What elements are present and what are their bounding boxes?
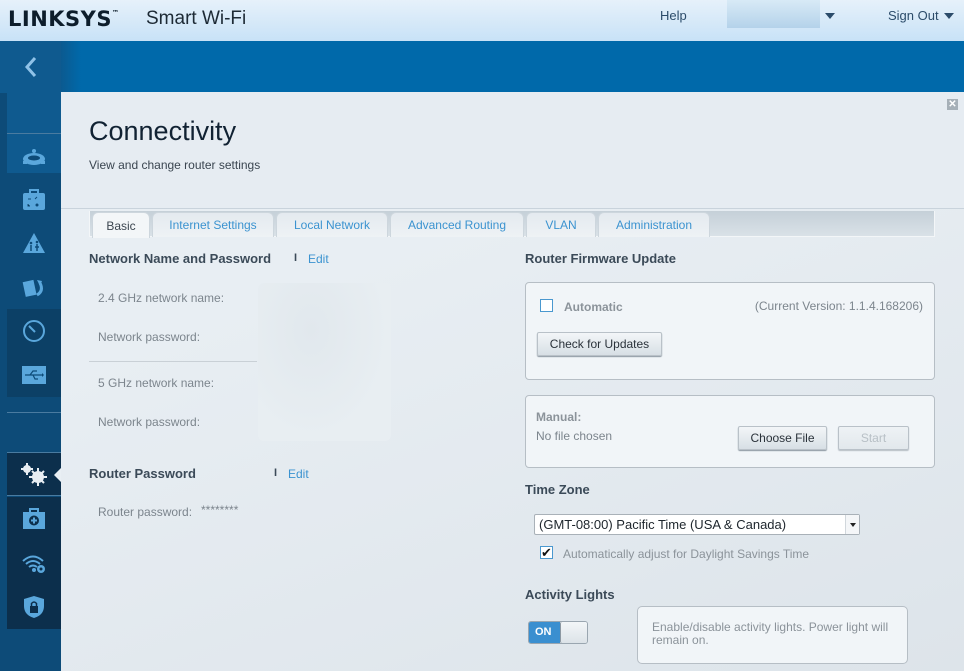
timezone-heading: Time Zone	[525, 482, 590, 497]
panel-header: ✕ Connectivity View and change router se…	[61, 92, 964, 209]
activity-lights-tip: Enable/disable activity lights. Power li…	[637, 606, 908, 664]
network-24-name-label: 2.4 GHz network name:	[98, 291, 225, 305]
tab-vlan[interactable]: VLAN	[526, 212, 596, 237]
router-icon	[23, 149, 45, 165]
sidebar	[0, 41, 61, 671]
sidebar-item-security[interactable]	[7, 585, 61, 629]
chevron-down-icon	[845, 515, 859, 534]
choose-file-button[interactable]: Choose File	[738, 426, 827, 450]
sidebar-divider	[7, 495, 61, 496]
heading-separator: I	[274, 467, 278, 479]
close-icon[interactable]: ✕	[947, 99, 958, 110]
usb-icon	[22, 366, 46, 384]
sidebar-item-widgets[interactable]	[7, 178, 61, 222]
product-name: Smart Wi-Fi	[146, 8, 247, 29]
account-name-redacted[interactable]	[727, 0, 820, 28]
router-password-label: Router password:	[98, 505, 193, 519]
toggle-on-label: ON	[529, 622, 560, 643]
no-file-chosen: No file chosen	[536, 429, 613, 443]
automatic-update-checkbox[interactable]	[540, 299, 553, 312]
gears-icon	[21, 463, 47, 486]
check-for-updates-button[interactable]: Check for Updates	[537, 332, 662, 356]
timezone-select[interactable]: (GMT-08:00) Pacific Time (USA & Canada)	[534, 514, 860, 535]
chevron-left-icon	[24, 57, 36, 77]
start-button[interactable]: Start	[838, 426, 909, 450]
page-subtitle: View and change router settings	[89, 158, 261, 172]
top-header: LINKSYS™ Smart Wi-Fi Help Sign Out	[0, 0, 964, 41]
toolbox-icon	[23, 189, 45, 210]
linksys-logo: LINKSYS™	[8, 7, 120, 31]
tab-bar: Basic Internet Settings Local Network Ad…	[89, 211, 935, 238]
firmware-manual-box: Manual: No file chosen Choose File Start	[525, 395, 935, 468]
trademark: ™	[112, 9, 120, 17]
tab-administration[interactable]: Administration	[598, 212, 710, 237]
sidebar-item-speed-test[interactable]	[7, 309, 61, 353]
firmware-auto-box: Automatic (Current Version: 1.1.4.168206…	[525, 282, 935, 380]
sign-out-dropdown-icon[interactable]	[944, 13, 954, 19]
sidebar-item-media-prioritization[interactable]	[7, 265, 61, 309]
page-title: Connectivity	[89, 116, 237, 146]
activity-lights-heading: Activity Lights	[525, 587, 615, 602]
sidebar-item-wireless[interactable]	[7, 541, 61, 585]
network-5-password-label: Network password:	[98, 415, 201, 429]
tab-basic[interactable]: Basic	[92, 212, 150, 238]
toggle-knob[interactable]	[560, 622, 587, 643]
tab-internet-settings[interactable]: Internet Settings	[152, 212, 274, 237]
timezone-selected-value: (GMT-08:00) Pacific Time (USA & Canada)	[539, 517, 787, 532]
network-5-name-label: 5 GHz network name:	[98, 376, 215, 390]
tab-local-network[interactable]: Local Network	[276, 212, 388, 237]
router-password-heading: Router Password	[89, 466, 196, 481]
sidebar-item-connectivity[interactable]	[7, 453, 61, 495]
sidebar-item-troubleshooting[interactable]	[7, 497, 61, 541]
dst-label: Automatically adjust for Daylight Saving…	[563, 547, 810, 561]
content-banner	[61, 41, 964, 92]
router-password-value: ********	[201, 503, 239, 517]
sidebar-item-external-storage[interactable]	[7, 353, 61, 397]
edit-network-link[interactable]: Edit	[308, 252, 329, 266]
brand-name: LINKSYS	[8, 7, 112, 31]
sidebar-divider	[7, 412, 61, 413]
help-link[interactable]: Help	[660, 8, 687, 23]
active-indicator	[54, 468, 61, 482]
sidebar-divider	[7, 133, 61, 134]
tab-advanced-routing[interactable]: Advanced Routing	[390, 212, 524, 237]
sign-out-link[interactable]: Sign Out	[888, 8, 939, 23]
speedometer-icon	[23, 320, 45, 342]
banner-shade	[61, 41, 81, 92]
media-refresh-icon	[22, 279, 43, 297]
parental-warning-icon	[23, 233, 45, 253]
activity-lights-toggle[interactable]: ON	[528, 621, 588, 644]
manual-label: Manual:	[536, 410, 582, 424]
dst-checkbox[interactable]: ✔	[540, 546, 553, 559]
current-version: (Current Version: 1.1.4.168206)	[754, 299, 923, 313]
heading-separator: I	[294, 252, 298, 264]
sidebar-item-parental-controls[interactable]	[7, 221, 61, 265]
wifi-gear-icon	[22, 555, 45, 573]
firmware-heading: Router Firmware Update	[525, 251, 676, 266]
network-24-password-label: Network password:	[98, 330, 201, 344]
sidebar-item-device-list[interactable]	[7, 135, 61, 179]
redacted-network-values	[258, 283, 391, 441]
network-section-heading: Network Name and Password	[89, 251, 272, 266]
automatic-label: Automatic	[564, 300, 623, 314]
network-divider	[89, 361, 257, 362]
account-dropdown-icon[interactable]	[825, 13, 835, 19]
connectivity-panel: ✕ Connectivity View and change router se…	[61, 92, 964, 671]
edit-router-password-link[interactable]: Edit	[288, 467, 309, 481]
medkit-icon	[23, 508, 45, 529]
shield-lock-icon	[24, 596, 44, 618]
back-button[interactable]	[0, 41, 61, 93]
